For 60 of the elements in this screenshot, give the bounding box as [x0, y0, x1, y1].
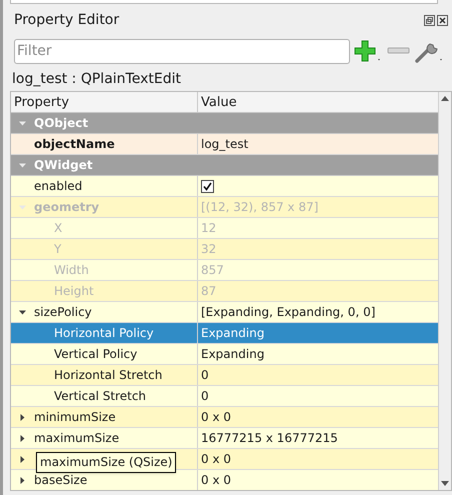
property-row[interactable]: minimumSize 0 x 0 [11, 407, 438, 428]
collapsed-arrow-icon[interactable] [19, 434, 26, 442]
collapsed-arrow-icon[interactable] [19, 476, 26, 484]
property-value: 16777215 x 16777215 [201, 430, 338, 447]
property-value: 0 x 0 [201, 451, 231, 468]
property-name: maximumSize [34, 430, 120, 447]
property-name: Height [54, 283, 94, 300]
property-name: Horizontal Policy [54, 325, 154, 342]
close-icon[interactable] [437, 14, 448, 26]
property-row[interactable]: Horizontal Stretch 0 [11, 365, 438, 386]
add-icon[interactable] [354, 38, 382, 64]
property-value: 0 [201, 367, 209, 384]
property-value: [(12, 32), 857 x 87] [201, 199, 318, 216]
scroll-down-icon[interactable] [441, 481, 449, 486]
property-value: Expanding [201, 325, 264, 342]
column-header[interactable]: Property [11, 92, 198, 112]
checkbox[interactable] [201, 180, 214, 192]
property-name: Horizontal Stretch [54, 367, 162, 384]
property-value: log_test [201, 136, 248, 153]
property-name: enabled [34, 178, 82, 195]
tooltip: maximumSize (QSize) [36, 452, 176, 473]
property-value: 0 x 0 [201, 472, 231, 489]
float-icon[interactable] [424, 14, 435, 26]
property-name: Vertical Stretch [54, 388, 146, 405]
property-name: objectName [34, 136, 115, 153]
collapsed-arrow-icon[interactable] [19, 456, 26, 462]
property-row[interactable]: Vertical Stretch 0 [11, 386, 438, 407]
group-name: QObject [34, 115, 88, 132]
filter-field[interactable]: Filter [14, 38, 350, 64]
property-row[interactable]: baseSize 0 x 0 [11, 470, 438, 490]
property-name: X [54, 220, 62, 237]
property-row[interactable]: maximumSize 16777215 x 16777215 [11, 428, 438, 449]
scrollbar[interactable] [438, 92, 451, 490]
property-value: Expanding [201, 346, 264, 363]
property-row[interactable]: sizePolicy [Expanding, Expanding, 0, 0] [11, 302, 438, 323]
property-name: minimumSize [34, 409, 116, 426]
property-name: geometry [34, 199, 100, 216]
property-name: Width [54, 262, 89, 279]
expanded-arrow-icon[interactable] [19, 308, 26, 316]
group-name: QWidget [34, 157, 93, 174]
property-row[interactable]: Vertical Policy Expanding [11, 344, 438, 365]
collapsed-arrow-icon[interactable] [19, 414, 26, 420]
property-name: Vertical Policy [54, 346, 138, 363]
object-label: log_test : QPlainTextEdit [12, 70, 181, 88]
property-value: 0 [201, 388, 209, 405]
property-value: 87 [201, 283, 216, 300]
property-value: [Expanding, Expanding, 0, 0] [201, 304, 376, 321]
property-row[interactable]: objectName log_test [11, 134, 438, 155]
property-row[interactable]: Horizontal Policy Expanding [11, 323, 438, 344]
column-header[interactable]: Value [198, 92, 438, 112]
property-name: Y [54, 241, 62, 258]
panel-title: Property Editor [14, 10, 120, 30]
property-value: 0 x 0 [201, 409, 231, 426]
property-row[interactable]: enabled [11, 176, 438, 197]
scroll-up-icon[interactable] [441, 96, 449, 101]
property-value: 857 [201, 262, 224, 279]
property-value: 32 [201, 241, 216, 258]
property-value: 12 [201, 220, 216, 237]
property-name: sizePolicy [34, 304, 92, 321]
property-name: baseSize [34, 472, 88, 489]
